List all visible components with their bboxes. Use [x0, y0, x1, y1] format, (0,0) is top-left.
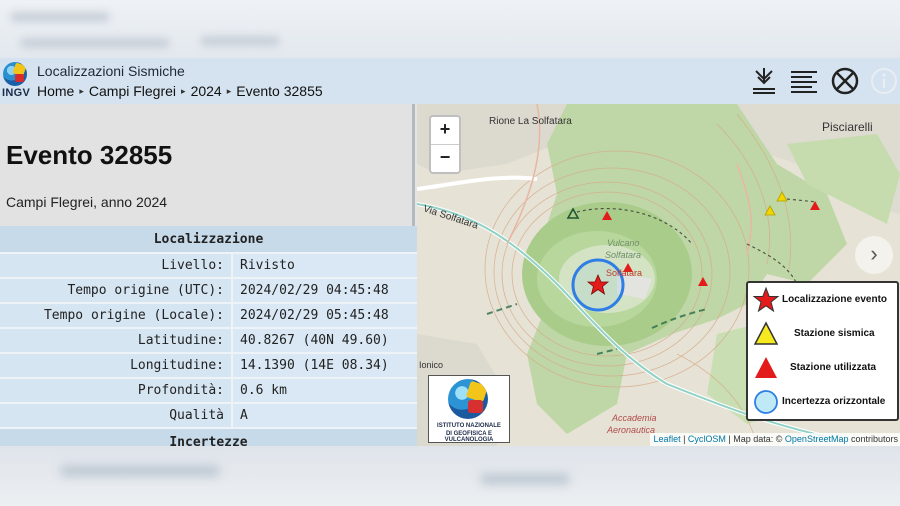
no-symbol-icon[interactable]	[830, 66, 859, 96]
event-title: Evento 32855	[6, 140, 173, 170]
app-header: INGV Localizzazioni Sismiche Home ▸ Camp…	[0, 58, 900, 105]
next-arrow-button[interactable]: ›	[855, 236, 893, 274]
breadcrumb-separator-icon: ▸	[79, 85, 84, 96]
map-label-pisciarelli: Pisciarelli	[822, 120, 873, 134]
breadcrumb-home[interactable]: Home	[37, 83, 74, 99]
event-subtitle: Campi Flegrei, anno 2024	[6, 194, 168, 210]
zoom-out-button[interactable]: −	[431, 145, 459, 172]
breadcrumb-campi-flegrei[interactable]: Campi Flegrei	[89, 83, 176, 99]
map-legend: Localizzazione evento Stazione sismica S…	[746, 281, 899, 421]
section-header-incertezze: Incertezze	[0, 428, 417, 446]
legend-label: Stazione sismica	[794, 328, 875, 339]
legend-label: Stazione utilizzata	[790, 362, 877, 373]
map-attribution: Leaflet | CyclOSM | Map data: © OpenStre…	[649, 433, 900, 446]
row-key: Profondità:	[0, 378, 232, 404]
red-triangle-icon	[755, 357, 777, 378]
breadcrumb-current: Evento 32855	[236, 83, 323, 99]
row-value: 2024/02/29 04:45:48	[231, 278, 417, 304]
row-value: 0.6 km	[231, 378, 417, 404]
cyclosm-link[interactable]: CyclOSM	[688, 434, 726, 444]
app-title: Localizzazioni Sismiche	[37, 63, 185, 79]
breadcrumb-separator-icon: ▸	[226, 85, 232, 96]
yellow-triangle-icon	[753, 321, 779, 345]
logo-text: INGV	[2, 87, 31, 99]
legend-item-station: Stazione sismica	[748, 317, 897, 351]
row-key: Tempo origine (UTC):	[0, 278, 232, 304]
scrollbar[interactable]	[412, 104, 415, 226]
row-value: 2024/02/29 05:45:48	[231, 303, 417, 329]
event-info-table: Localizzazione Livello: Rivisto Tempo or…	[0, 226, 417, 446]
event-details-panel: Evento 32855 Campi Flegrei, anno 2024 Lo…	[0, 104, 419, 446]
download-icon[interactable]	[750, 66, 778, 96]
ingv-logo[interactable]: INGV	[2, 62, 30, 100]
row-value: 40.8267 (40N 49.60)	[231, 328, 417, 354]
legend-item-event: Localizzazione evento	[748, 283, 897, 317]
ingv-globe-icon	[448, 379, 488, 419]
table-row: Qualità A	[0, 403, 417, 429]
light-blue-circle-icon	[754, 390, 778, 414]
map-label-vulcano: Vulcano	[607, 238, 640, 248]
map-label-rione: Rione La Solfatara	[489, 116, 572, 127]
row-key: Latitudine:	[0, 328, 232, 354]
map-label-aeronautica: Aeronautica	[607, 425, 656, 435]
table-row: Tempo origine (UTC): 2024/02/29 04:45:48	[0, 278, 417, 304]
breadcrumb-separator-icon: ▸	[181, 85, 186, 96]
row-value: 14.1390 (14E 08.34)	[231, 353, 417, 379]
attribution-text: | Map data: ©	[725, 434, 785, 444]
attribution-contributors: contributors	[848, 434, 898, 444]
row-key: Longitudine:	[0, 353, 232, 379]
list-icon[interactable]	[790, 66, 818, 96]
attribution-separator: |	[680, 434, 688, 444]
map-label-ionico: Ionico	[419, 360, 444, 370]
table-row: Latitudine: 40.8267 (40N 49.60)	[0, 328, 417, 354]
event-title-area: Evento 32855 Campi Flegrei, anno 2024	[0, 104, 415, 226]
table-row: Livello: Rivisto	[0, 253, 417, 279]
breadcrumb-year[interactable]: 2024	[191, 83, 222, 99]
ingv-map-logo: ISTITUTO NAZIONALE DI GEOFISICA E VULCAN…	[428, 375, 510, 443]
legend-label: Localizzazione evento	[782, 294, 888, 305]
zoom-control: + −	[429, 115, 461, 174]
map-label-solfatara: Solfatara	[606, 268, 643, 278]
legend-item-used-station: Stazione utilizzata	[748, 351, 897, 385]
row-value: Rivisto	[231, 253, 417, 279]
row-key: Livello:	[0, 253, 232, 279]
row-value: A	[231, 403, 417, 429]
table-row: Tempo origine (Locale): 2024/02/29 05:45…	[0, 303, 417, 329]
legend-label: Incertezza orizzontale	[782, 396, 886, 407]
map-view[interactable]: Rione La Solfatara Pisciarelli Via Solfa…	[417, 104, 900, 446]
section-header-localizzazione: Localizzazione	[0, 226, 417, 254]
blurred-background-top	[0, 0, 900, 58]
row-key: Qualità	[0, 403, 232, 429]
breadcrumb: Home ▸ Campi Flegrei ▸ 2024 ▸ Evento 328…	[37, 83, 323, 99]
table-row: Profondità: 0.6 km	[0, 378, 417, 404]
ingv-logo-line2: DI GEOFISICA E VULCANOLOGIA	[444, 431, 494, 443]
map-label-solfatara-italic: Solfatara	[605, 250, 642, 260]
legend-item-uncertainty: Incertezza orizzontale	[748, 385, 897, 419]
leaflet-link[interactable]: Leaflet	[654, 434, 681, 444]
row-key: Tempo origine (Locale):	[0, 303, 232, 329]
table-row: Longitudine: 14.1390 (14E 08.34)	[0, 353, 417, 379]
info-icon[interactable]	[870, 66, 898, 96]
ingv-logo-line1: ISTITUTO NAZIONALE	[437, 423, 501, 429]
map-label-accademia: Accademia	[612, 413, 657, 423]
zoom-in-button[interactable]: +	[431, 117, 459, 145]
blurred-background-bottom	[0, 446, 900, 506]
red-star-icon	[752, 286, 780, 313]
openstreetmap-link[interactable]: OpenStreetMap	[785, 434, 849, 444]
globe-icon	[3, 62, 27, 86]
